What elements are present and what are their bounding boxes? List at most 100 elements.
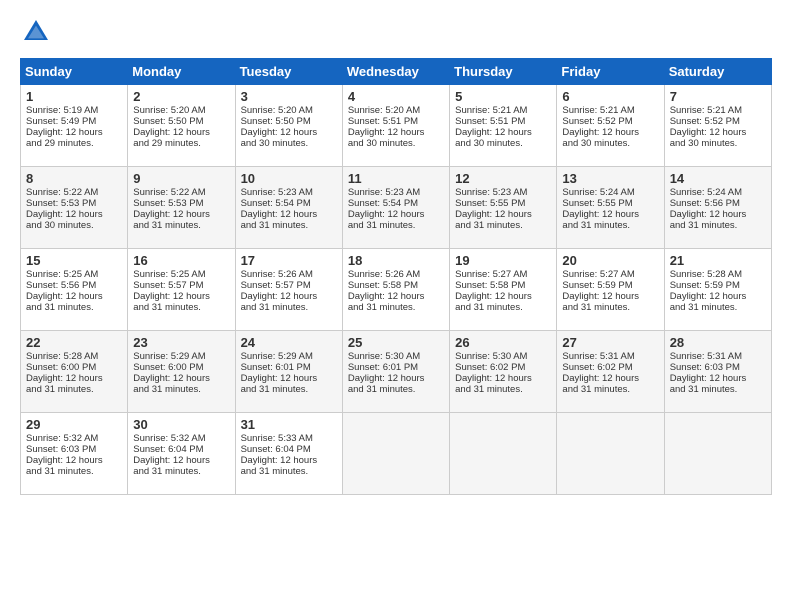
day-cell: 8Sunrise: 5:22 AMSunset: 5:53 PMDaylight… [21,167,128,249]
day-info: and 30 minutes. [348,138,444,149]
day-info: and 31 minutes. [133,466,229,477]
day-info: Daylight: 12 hours [26,373,122,384]
day-number: 18 [348,253,444,268]
day-info: Daylight: 12 hours [348,127,444,138]
day-cell: 23Sunrise: 5:29 AMSunset: 6:00 PMDayligh… [128,331,235,413]
day-number: 21 [670,253,766,268]
day-info: Sunset: 6:02 PM [562,362,658,373]
day-info: Sunset: 5:59 PM [562,280,658,291]
day-info: Sunrise: 5:19 AM [26,105,122,116]
day-info: Sunset: 5:51 PM [348,116,444,127]
day-cell: 30Sunrise: 5:32 AMSunset: 6:04 PMDayligh… [128,413,235,495]
day-header-wednesday: Wednesday [342,59,449,85]
day-number: 3 [241,89,337,104]
calendar-table: SundayMondayTuesdayWednesdayThursdayFrid… [20,58,772,495]
day-info: Daylight: 12 hours [348,291,444,302]
day-cell: 5Sunrise: 5:21 AMSunset: 5:51 PMDaylight… [450,85,557,167]
day-info: Sunset: 5:53 PM [133,198,229,209]
day-info: and 31 minutes. [241,384,337,395]
day-number: 10 [241,171,337,186]
day-info: Sunrise: 5:27 AM [455,269,551,280]
day-cell: 9Sunrise: 5:22 AMSunset: 5:53 PMDaylight… [128,167,235,249]
day-info: Sunrise: 5:26 AM [348,269,444,280]
day-number: 8 [26,171,122,186]
day-info: and 31 minutes. [455,220,551,231]
day-info: Daylight: 12 hours [455,291,551,302]
day-info: Daylight: 12 hours [455,209,551,220]
day-cell: 17Sunrise: 5:26 AMSunset: 5:57 PMDayligh… [235,249,342,331]
day-info: and 31 minutes. [241,302,337,313]
day-info: Sunrise: 5:24 AM [562,187,658,198]
day-info: Sunrise: 5:23 AM [348,187,444,198]
day-info: Daylight: 12 hours [455,127,551,138]
day-header-tuesday: Tuesday [235,59,342,85]
day-cell: 21Sunrise: 5:28 AMSunset: 5:59 PMDayligh… [664,249,771,331]
day-number: 16 [133,253,229,268]
day-info: Sunrise: 5:33 AM [241,433,337,444]
day-number: 6 [562,89,658,104]
day-info: Daylight: 12 hours [241,373,337,384]
day-info: Sunrise: 5:30 AM [455,351,551,362]
day-header-saturday: Saturday [664,59,771,85]
day-info: Sunrise: 5:30 AM [348,351,444,362]
day-info: Daylight: 12 hours [670,373,766,384]
day-info: Daylight: 12 hours [26,127,122,138]
day-info: and 30 minutes. [670,138,766,149]
day-info: Sunset: 5:52 PM [670,116,766,127]
day-info: and 31 minutes. [670,302,766,313]
logo-icon [20,16,52,48]
day-info: Sunrise: 5:29 AM [133,351,229,362]
day-info: Daylight: 12 hours [562,291,658,302]
day-info: Sunrise: 5:23 AM [241,187,337,198]
day-cell: 4Sunrise: 5:20 AMSunset: 5:51 PMDaylight… [342,85,449,167]
day-info: and 31 minutes. [133,384,229,395]
week-row-5: 29Sunrise: 5:32 AMSunset: 6:03 PMDayligh… [21,413,772,495]
day-cell: 18Sunrise: 5:26 AMSunset: 5:58 PMDayligh… [342,249,449,331]
day-info: Sunset: 5:58 PM [455,280,551,291]
day-info: and 31 minutes. [26,384,122,395]
day-info: Sunset: 6:03 PM [670,362,766,373]
day-info: and 31 minutes. [562,220,658,231]
day-header-friday: Friday [557,59,664,85]
day-info: and 31 minutes. [26,466,122,477]
day-info: Sunset: 5:57 PM [241,280,337,291]
day-number: 25 [348,335,444,350]
day-info: Daylight: 12 hours [133,291,229,302]
day-info: Daylight: 12 hours [562,209,658,220]
day-info: Sunset: 5:50 PM [241,116,337,127]
day-cell [450,413,557,495]
day-info: Daylight: 12 hours [562,127,658,138]
header [20,16,772,48]
day-cell: 31Sunrise: 5:33 AMSunset: 6:04 PMDayligh… [235,413,342,495]
day-cell: 26Sunrise: 5:30 AMSunset: 6:02 PMDayligh… [450,331,557,413]
day-info: Sunset: 5:49 PM [26,116,122,127]
day-number: 5 [455,89,551,104]
day-number: 19 [455,253,551,268]
day-number: 23 [133,335,229,350]
day-number: 13 [562,171,658,186]
day-info: and 31 minutes. [455,384,551,395]
day-info: Sunset: 5:56 PM [26,280,122,291]
day-info: Sunrise: 5:21 AM [670,105,766,116]
day-cell [342,413,449,495]
day-cell [664,413,771,495]
day-info: Sunrise: 5:31 AM [670,351,766,362]
day-number: 9 [133,171,229,186]
day-info: and 31 minutes. [241,466,337,477]
day-cell: 3Sunrise: 5:20 AMSunset: 5:50 PMDaylight… [235,85,342,167]
day-cell [557,413,664,495]
day-info: Daylight: 12 hours [133,127,229,138]
day-cell: 1Sunrise: 5:19 AMSunset: 5:49 PMDaylight… [21,85,128,167]
day-number: 11 [348,171,444,186]
day-cell: 15Sunrise: 5:25 AMSunset: 5:56 PMDayligh… [21,249,128,331]
day-info: and 31 minutes. [133,220,229,231]
day-info: Daylight: 12 hours [241,127,337,138]
day-info: Sunrise: 5:20 AM [133,105,229,116]
day-info: Sunset: 6:01 PM [241,362,337,373]
day-info: Sunset: 5:55 PM [455,198,551,209]
day-number: 17 [241,253,337,268]
day-info: Daylight: 12 hours [26,455,122,466]
day-number: 2 [133,89,229,104]
week-row-4: 22Sunrise: 5:28 AMSunset: 6:00 PMDayligh… [21,331,772,413]
day-info: Sunrise: 5:28 AM [670,269,766,280]
